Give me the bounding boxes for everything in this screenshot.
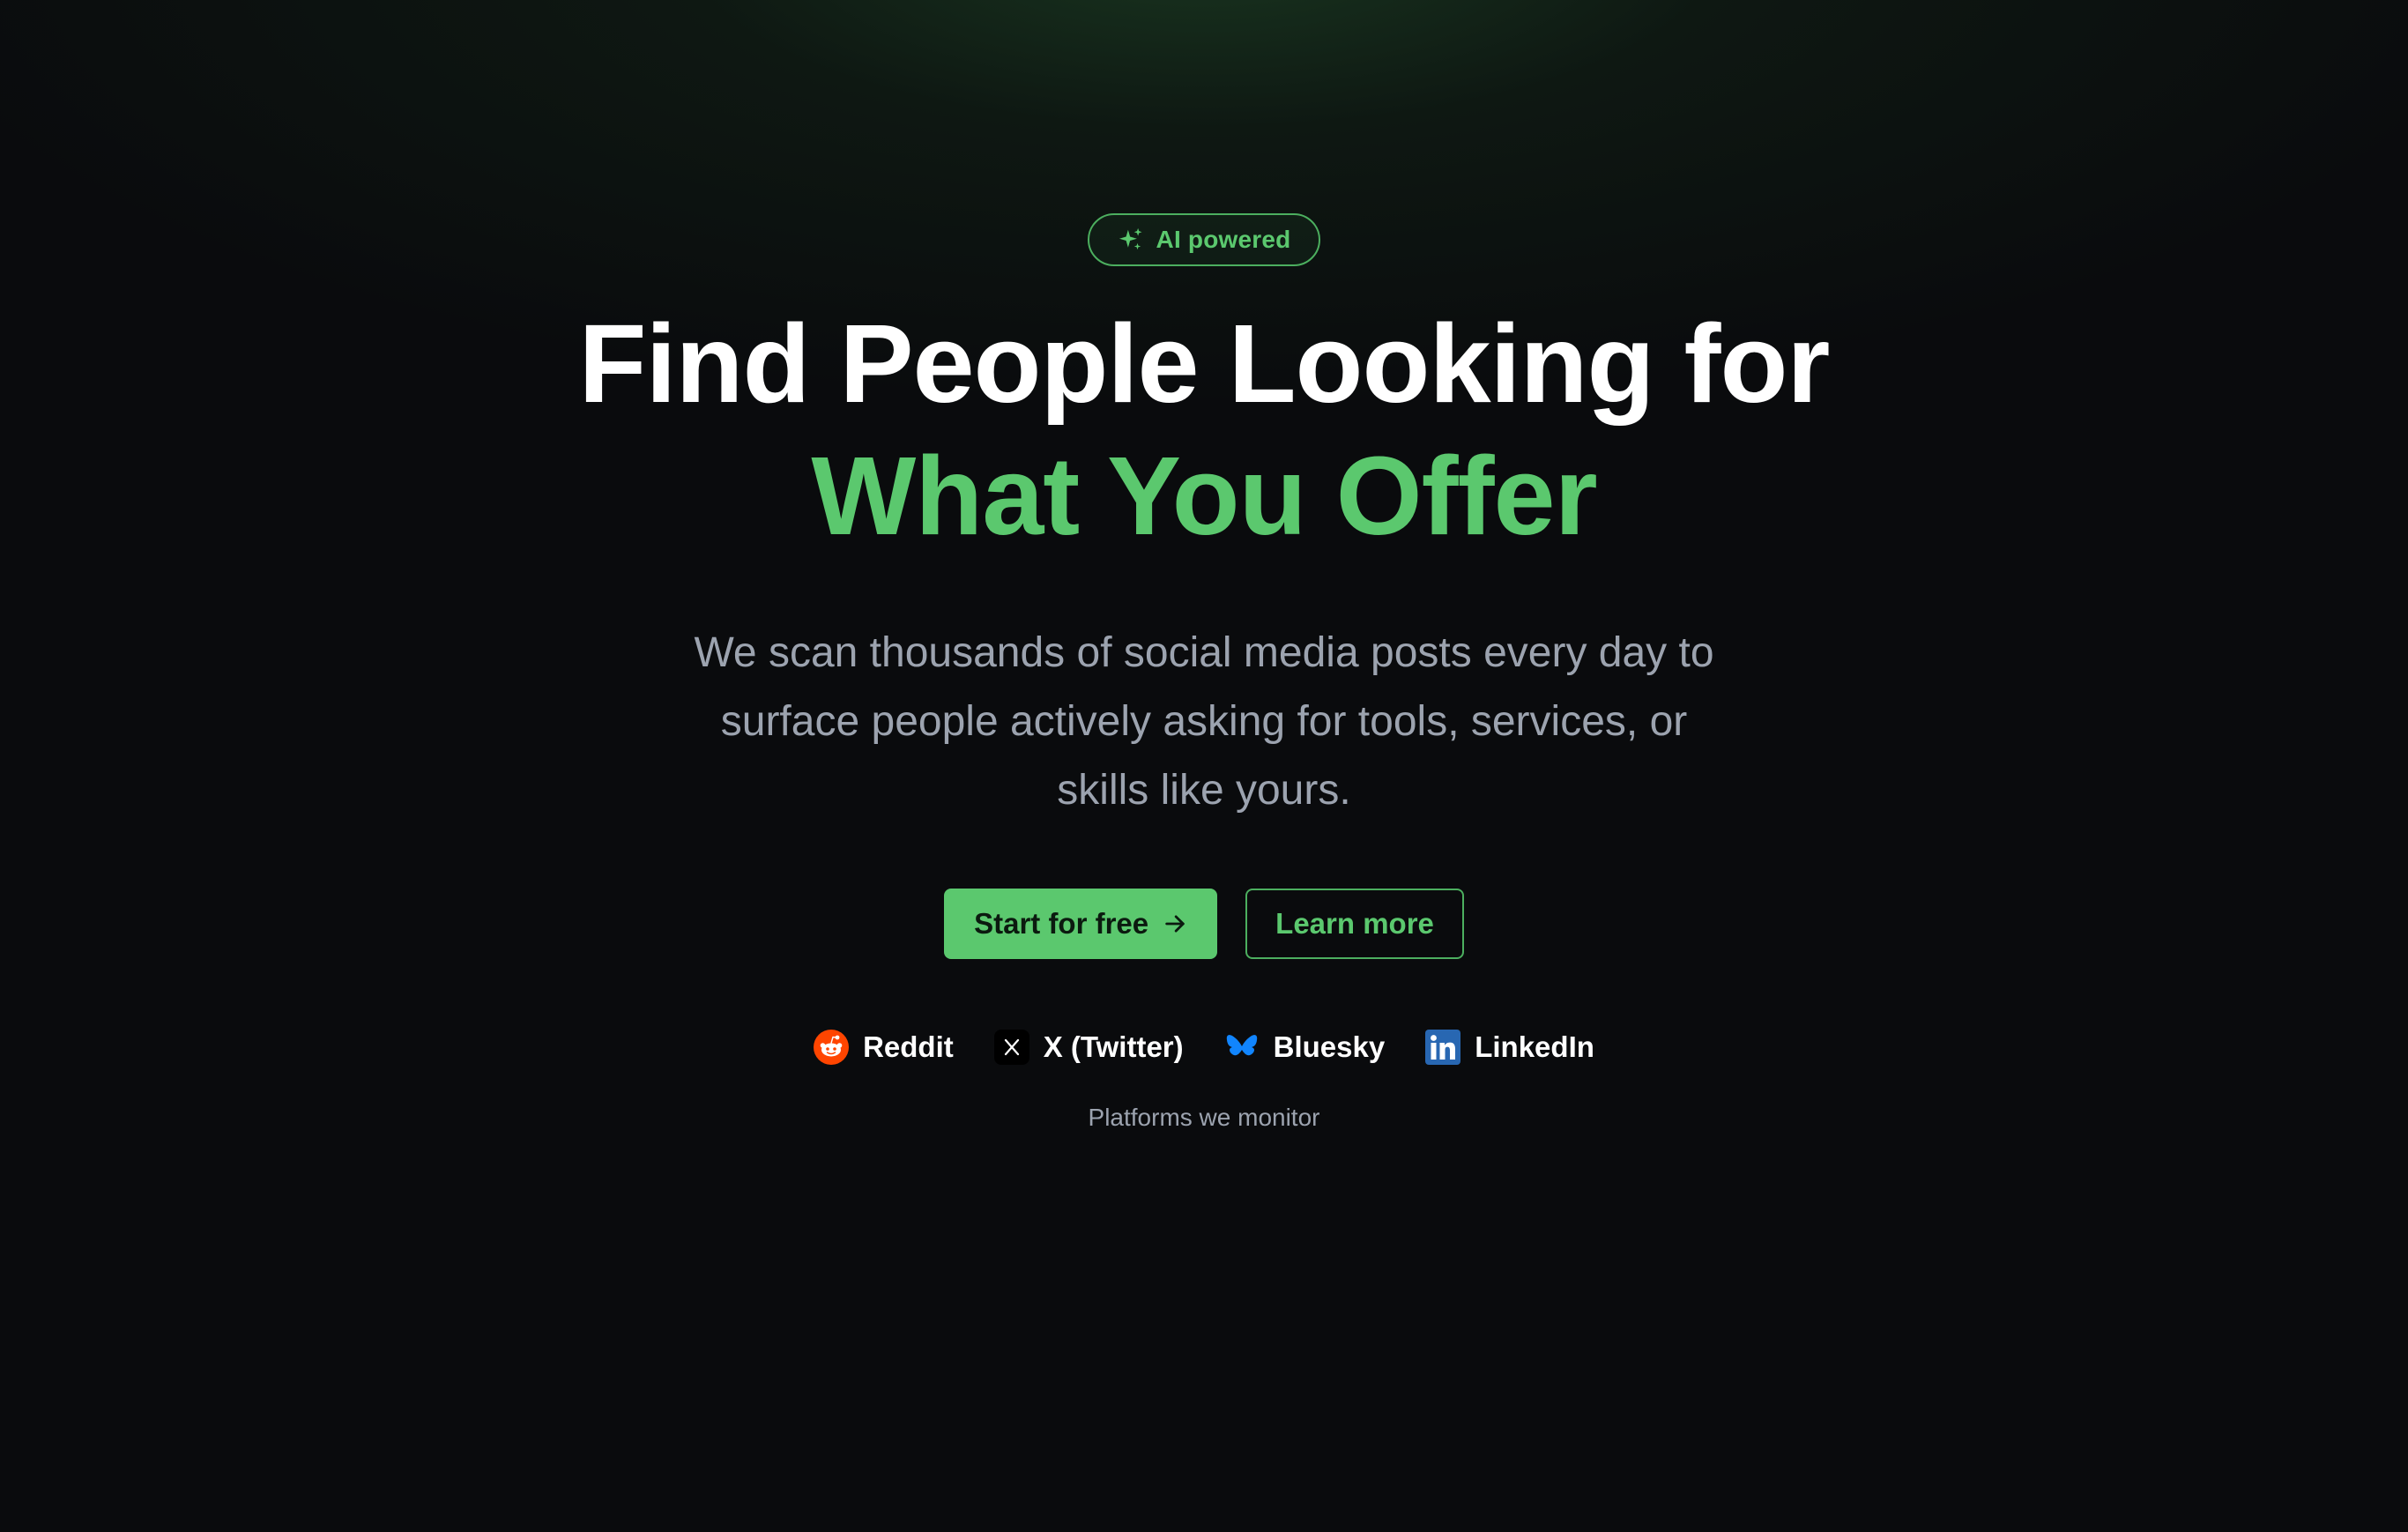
landing-page: AI powered Find People Looking for What …	[0, 0, 2408, 1532]
learn-more-button[interactable]: Learn more	[1245, 889, 1464, 959]
platform-label-bluesky: Bluesky	[1273, 1030, 1386, 1063]
badge-label: AI powered	[1156, 226, 1291, 253]
bluesky-icon	[1226, 1035, 1257, 1056]
hero-section: AI powered Find People Looking for What …	[0, 213, 2408, 1132]
reddit-icon	[814, 1030, 850, 1065]
arrow-right-icon	[1165, 915, 1185, 933]
x-icon	[993, 1030, 1029, 1065]
platform-label-reddit: Reddit	[863, 1030, 954, 1063]
linkedin-icon	[1425, 1030, 1461, 1065]
sparkles-icon	[1119, 227, 1142, 250]
platform-label-linkedin: LinkedIn	[1475, 1030, 1594, 1063]
start-for-free-label: Start for free	[974, 907, 1149, 940]
platform-label-x: X (Twitter)	[1043, 1030, 1184, 1063]
platform-item-bluesky: Bluesky	[1224, 1030, 1386, 1065]
platform-list: Reddit X (Twitter) Bluesky LinkedIn	[814, 1030, 1594, 1065]
hero-subtitle: We scan thousands of social media posts …	[694, 629, 1714, 814]
cta-row: Start for free Learn more	[944, 889, 1464, 959]
ai-powered-badge: AI powered	[1087, 213, 1321, 266]
page-title: Find People Looking for What You Offer	[578, 298, 1831, 562]
learn-more-label: Learn more	[1275, 907, 1434, 940]
start-for-free-button[interactable]: Start for free	[944, 889, 1218, 959]
headline-line-1: Find People Looking for	[578, 301, 1831, 426]
platform-item-linkedin: LinkedIn	[1425, 1030, 1594, 1065]
headline-line-2: What You Offer	[811, 434, 1597, 558]
platforms-caption: Platforms we monitor	[1088, 1104, 1320, 1131]
platform-item-reddit: Reddit	[814, 1030, 954, 1065]
platform-item-x: X (Twitter)	[993, 1030, 1184, 1065]
